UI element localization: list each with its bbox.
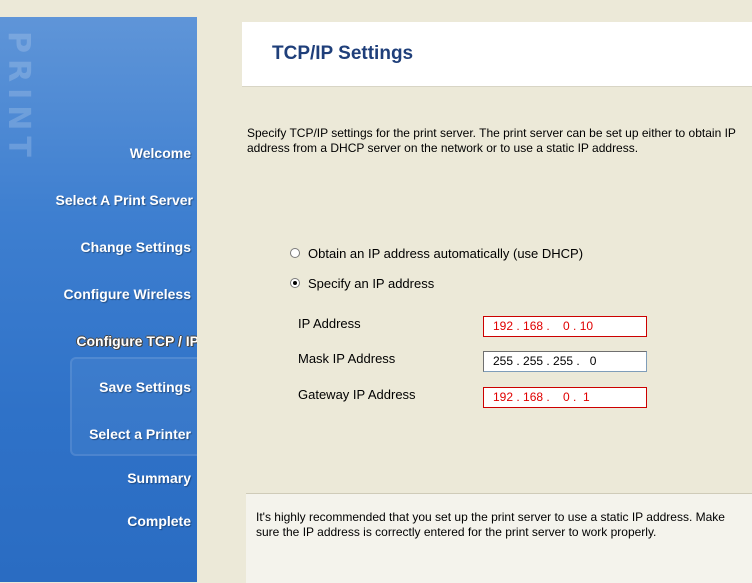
dhcp-radio[interactable] bbox=[290, 248, 300, 258]
gateway-address-input[interactable]: 192 . 168 . 0 . 1 bbox=[483, 387, 647, 408]
recommendation-text: It's highly recommended that you set up … bbox=[256, 510, 725, 539]
dhcp-option[interactable]: Obtain an IP address automatically (use … bbox=[290, 244, 583, 262]
ip-address-input[interactable]: 192 . 168 . 0 . 10 bbox=[483, 316, 647, 337]
sidebar-item-select-print-server: Select A Print Server bbox=[55, 192, 193, 208]
sidebar-item-change-settings: Change Settings bbox=[80, 239, 191, 255]
sidebar-item-summary: Summary bbox=[127, 470, 191, 486]
dhcp-label: Obtain an IP address automatically (use … bbox=[308, 245, 584, 261]
wizard-sidebar: PRINT Welcome Select A Print Server Chan… bbox=[0, 17, 197, 582]
gateway-address-label: Gateway IP Address bbox=[298, 387, 416, 402]
mask-address-input[interactable]: 255 . 255 . 255 . 0 bbox=[483, 351, 647, 372]
static-ip-label: Specify an IP address bbox=[308, 275, 435, 291]
static-ip-option[interactable]: Specify an IP address bbox=[290, 274, 434, 292]
sidebar-item-complete: Complete bbox=[127, 513, 191, 529]
mask-address-label: Mask IP Address bbox=[298, 351, 396, 366]
page-description: Specify TCP/IP settings for the print se… bbox=[247, 126, 736, 155]
ip-address-label: IP Address bbox=[298, 316, 361, 331]
page-header: TCP/IP Settings bbox=[242, 22, 752, 87]
recommendation-note: It's highly recommended that you set up … bbox=[246, 493, 752, 583]
static-ip-radio[interactable] bbox=[290, 278, 300, 288]
sidebar-item-welcome: Welcome bbox=[129, 145, 191, 161]
page-title: TCP/IP Settings bbox=[272, 43, 414, 64]
sidebar-item-configure-wireless: Configure Wireless bbox=[63, 286, 191, 302]
sidebar-item-configure-tcpip: Configure TCP / IP bbox=[76, 333, 197, 349]
sidebar-watermark: PRINT bbox=[1, 31, 36, 163]
sidebar-item-select-printer: Select a Printer bbox=[89, 426, 191, 442]
sidebar-item-save-settings: Save Settings bbox=[99, 379, 191, 395]
